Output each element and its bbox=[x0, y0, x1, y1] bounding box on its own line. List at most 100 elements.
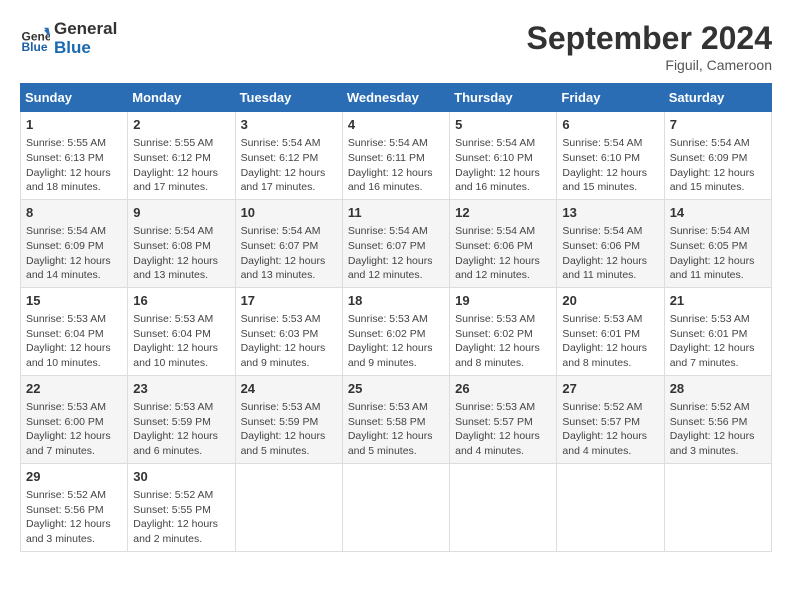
day-number: 25 bbox=[348, 380, 444, 398]
day-number: 2 bbox=[133, 116, 229, 134]
table-row: 29 Sunrise: 5:52 AM Sunset: 5:56 PM Dayli… bbox=[21, 463, 128, 551]
table-row: 14Sunrise: 5:54 AM Sunset: 6:05 PM Dayli… bbox=[664, 199, 771, 287]
day-number: 30 bbox=[133, 468, 229, 486]
calendar-week-row: 29 Sunrise: 5:52 AM Sunset: 5:56 PM Dayli… bbox=[21, 463, 772, 551]
logo-text: General Blue bbox=[54, 20, 117, 57]
day-detail: Sunrise: 5:52 AM Sunset: 5:55 PM Dayligh… bbox=[133, 488, 229, 547]
table-row: 21Sunrise: 5:53 AM Sunset: 6:01 PM Dayli… bbox=[664, 287, 771, 375]
calendar-week-row: 1 Sunrise: 5:55 AM Sunset: 6:13 PM Daylig… bbox=[21, 112, 772, 200]
day-detail: Sunrise: 5:54 AM Sunset: 6:07 PM Dayligh… bbox=[241, 224, 337, 283]
table-row: 17 Sunrise: 5:53 AM Sunset: 6:03 PM Dayli… bbox=[235, 287, 342, 375]
day-number: 15 bbox=[26, 292, 122, 310]
day-number: 1 bbox=[26, 116, 122, 134]
day-detail: Sunrise: 5:54 AM Sunset: 6:06 PM Dayligh… bbox=[562, 224, 658, 283]
day-number: 26 bbox=[455, 380, 551, 398]
table-row: 18 Sunrise: 5:53 AM Sunset: 6:02 PM Dayli… bbox=[342, 287, 449, 375]
table-row: 3Sunrise: 5:54 AM Sunset: 6:12 PM Daylig… bbox=[235, 112, 342, 200]
table-row bbox=[450, 463, 557, 551]
day-detail: Sunrise: 5:52 AM Sunset: 5:57 PM Dayligh… bbox=[562, 400, 658, 459]
day-number: 12 bbox=[455, 204, 551, 222]
day-detail: Sunrise: 5:54 AM Sunset: 6:12 PM Dayligh… bbox=[241, 136, 337, 195]
day-detail: Sunrise: 5:54 AM Sunset: 6:11 PM Dayligh… bbox=[348, 136, 444, 195]
day-number: 10 bbox=[241, 204, 337, 222]
col-thursday: Thursday bbox=[450, 84, 557, 112]
month-title: September 2024 bbox=[527, 20, 772, 57]
page-header: General Blue General Blue September 2024… bbox=[20, 20, 772, 73]
table-row bbox=[342, 463, 449, 551]
table-row: 1 Sunrise: 5:55 AM Sunset: 6:13 PM Daylig… bbox=[21, 112, 128, 200]
table-row: 8Sunrise: 5:54 AM Sunset: 6:09 PM Daylig… bbox=[21, 199, 128, 287]
day-number: 4 bbox=[348, 116, 444, 134]
header-row: Sunday Monday Tuesday Wednesday Thursday… bbox=[21, 84, 772, 112]
day-number: 22 bbox=[26, 380, 122, 398]
table-row: 23 Sunrise: 5:53 AM Sunset: 5:59 PM Dayli… bbox=[128, 375, 235, 463]
day-detail: Sunrise: 5:53 AM Sunset: 6:02 PM Dayligh… bbox=[348, 312, 444, 371]
day-number: 11 bbox=[348, 204, 444, 222]
col-friday: Friday bbox=[557, 84, 664, 112]
table-row: 7 Sunrise: 5:54 AM Sunset: 6:09 PM Daylig… bbox=[664, 112, 771, 200]
day-detail: Sunrise: 5:53 AM Sunset: 6:02 PM Dayligh… bbox=[455, 312, 551, 371]
day-number: 29 bbox=[26, 468, 122, 486]
day-number: 9 bbox=[133, 204, 229, 222]
day-detail: Sunrise: 5:52 AM Sunset: 5:56 PM Dayligh… bbox=[670, 400, 766, 459]
day-detail: Sunrise: 5:54 AM Sunset: 6:10 PM Dayligh… bbox=[455, 136, 551, 195]
table-row: 13 Sunrise: 5:54 AM Sunset: 6:06 PM Dayli… bbox=[557, 199, 664, 287]
col-saturday: Saturday bbox=[664, 84, 771, 112]
day-detail: Sunrise: 5:53 AM Sunset: 5:59 PM Dayligh… bbox=[133, 400, 229, 459]
table-row: 20Sunrise: 5:53 AM Sunset: 6:01 PM Dayli… bbox=[557, 287, 664, 375]
table-row: 25 Sunrise: 5:53 AM Sunset: 5:58 PM Dayli… bbox=[342, 375, 449, 463]
day-number: 28 bbox=[670, 380, 766, 398]
table-row: 12Sunrise: 5:54 AM Sunset: 6:06 PM Dayli… bbox=[450, 199, 557, 287]
calendar-week-row: 15 Sunrise: 5:53 AM Sunset: 6:04 PM Dayli… bbox=[21, 287, 772, 375]
svg-text:Blue: Blue bbox=[22, 40, 48, 54]
table-row: 5 Sunrise: 5:54 AM Sunset: 6:10 PM Daylig… bbox=[450, 112, 557, 200]
day-number: 18 bbox=[348, 292, 444, 310]
day-number: 7 bbox=[670, 116, 766, 134]
day-number: 21 bbox=[670, 292, 766, 310]
day-detail: Sunrise: 5:53 AM Sunset: 5:59 PM Dayligh… bbox=[241, 400, 337, 459]
day-detail: Sunrise: 5:53 AM Sunset: 6:04 PM Dayligh… bbox=[26, 312, 122, 371]
day-number: 23 bbox=[133, 380, 229, 398]
calendar-week-row: 8Sunrise: 5:54 AM Sunset: 6:09 PM Daylig… bbox=[21, 199, 772, 287]
table-row: 15 Sunrise: 5:53 AM Sunset: 6:04 PM Dayli… bbox=[21, 287, 128, 375]
day-number: 5 bbox=[455, 116, 551, 134]
logo-icon: General Blue bbox=[20, 24, 50, 54]
title-block: September 2024 Figuil, Cameroon bbox=[527, 20, 772, 73]
col-wednesday: Wednesday bbox=[342, 84, 449, 112]
day-detail: Sunrise: 5:54 AM Sunset: 6:10 PM Dayligh… bbox=[562, 136, 658, 195]
table-row: 26Sunrise: 5:53 AM Sunset: 5:57 PM Dayli… bbox=[450, 375, 557, 463]
day-number: 27 bbox=[562, 380, 658, 398]
table-row bbox=[664, 463, 771, 551]
day-number: 14 bbox=[670, 204, 766, 222]
day-number: 6 bbox=[562, 116, 658, 134]
location: Figuil, Cameroon bbox=[527, 57, 772, 73]
day-detail: Sunrise: 5:53 AM Sunset: 6:00 PM Dayligh… bbox=[26, 400, 122, 459]
table-row: 11 Sunrise: 5:54 AM Sunset: 6:07 PM Dayli… bbox=[342, 199, 449, 287]
table-row: 10 Sunrise: 5:54 AM Sunset: 6:07 PM Dayli… bbox=[235, 199, 342, 287]
col-tuesday: Tuesday bbox=[235, 84, 342, 112]
table-row: 9 Sunrise: 5:54 AM Sunset: 6:08 PM Daylig… bbox=[128, 199, 235, 287]
day-detail: Sunrise: 5:55 AM Sunset: 6:12 PM Dayligh… bbox=[133, 136, 229, 195]
day-detail: Sunrise: 5:54 AM Sunset: 6:09 PM Dayligh… bbox=[670, 136, 766, 195]
day-number: 19 bbox=[455, 292, 551, 310]
day-number: 17 bbox=[241, 292, 337, 310]
day-detail: Sunrise: 5:55 AM Sunset: 6:13 PM Dayligh… bbox=[26, 136, 122, 195]
calendar-table: Sunday Monday Tuesday Wednesday Thursday… bbox=[20, 83, 772, 552]
table-row: 16Sunrise: 5:53 AM Sunset: 6:04 PM Dayli… bbox=[128, 287, 235, 375]
table-row: 24Sunrise: 5:53 AM Sunset: 5:59 PM Dayli… bbox=[235, 375, 342, 463]
day-detail: Sunrise: 5:54 AM Sunset: 6:08 PM Dayligh… bbox=[133, 224, 229, 283]
table-row: 27 Sunrise: 5:52 AM Sunset: 5:57 PM Dayli… bbox=[557, 375, 664, 463]
table-row: 30 Sunrise: 5:52 AM Sunset: 5:55 PM Dayli… bbox=[128, 463, 235, 551]
logo: General Blue General Blue bbox=[20, 20, 117, 57]
day-detail: Sunrise: 5:54 AM Sunset: 6:07 PM Dayligh… bbox=[348, 224, 444, 283]
table-row: 28 Sunrise: 5:52 AM Sunset: 5:56 PM Dayli… bbox=[664, 375, 771, 463]
table-row bbox=[235, 463, 342, 551]
col-sunday: Sunday bbox=[21, 84, 128, 112]
day-number: 13 bbox=[562, 204, 658, 222]
day-number: 20 bbox=[562, 292, 658, 310]
day-detail: Sunrise: 5:54 AM Sunset: 6:09 PM Dayligh… bbox=[26, 224, 122, 283]
day-detail: Sunrise: 5:53 AM Sunset: 6:03 PM Dayligh… bbox=[241, 312, 337, 371]
day-detail: Sunrise: 5:52 AM Sunset: 5:56 PM Dayligh… bbox=[26, 488, 122, 547]
day-detail: Sunrise: 5:53 AM Sunset: 5:58 PM Dayligh… bbox=[348, 400, 444, 459]
table-row: 4 Sunrise: 5:54 AM Sunset: 6:11 PM Daylig… bbox=[342, 112, 449, 200]
